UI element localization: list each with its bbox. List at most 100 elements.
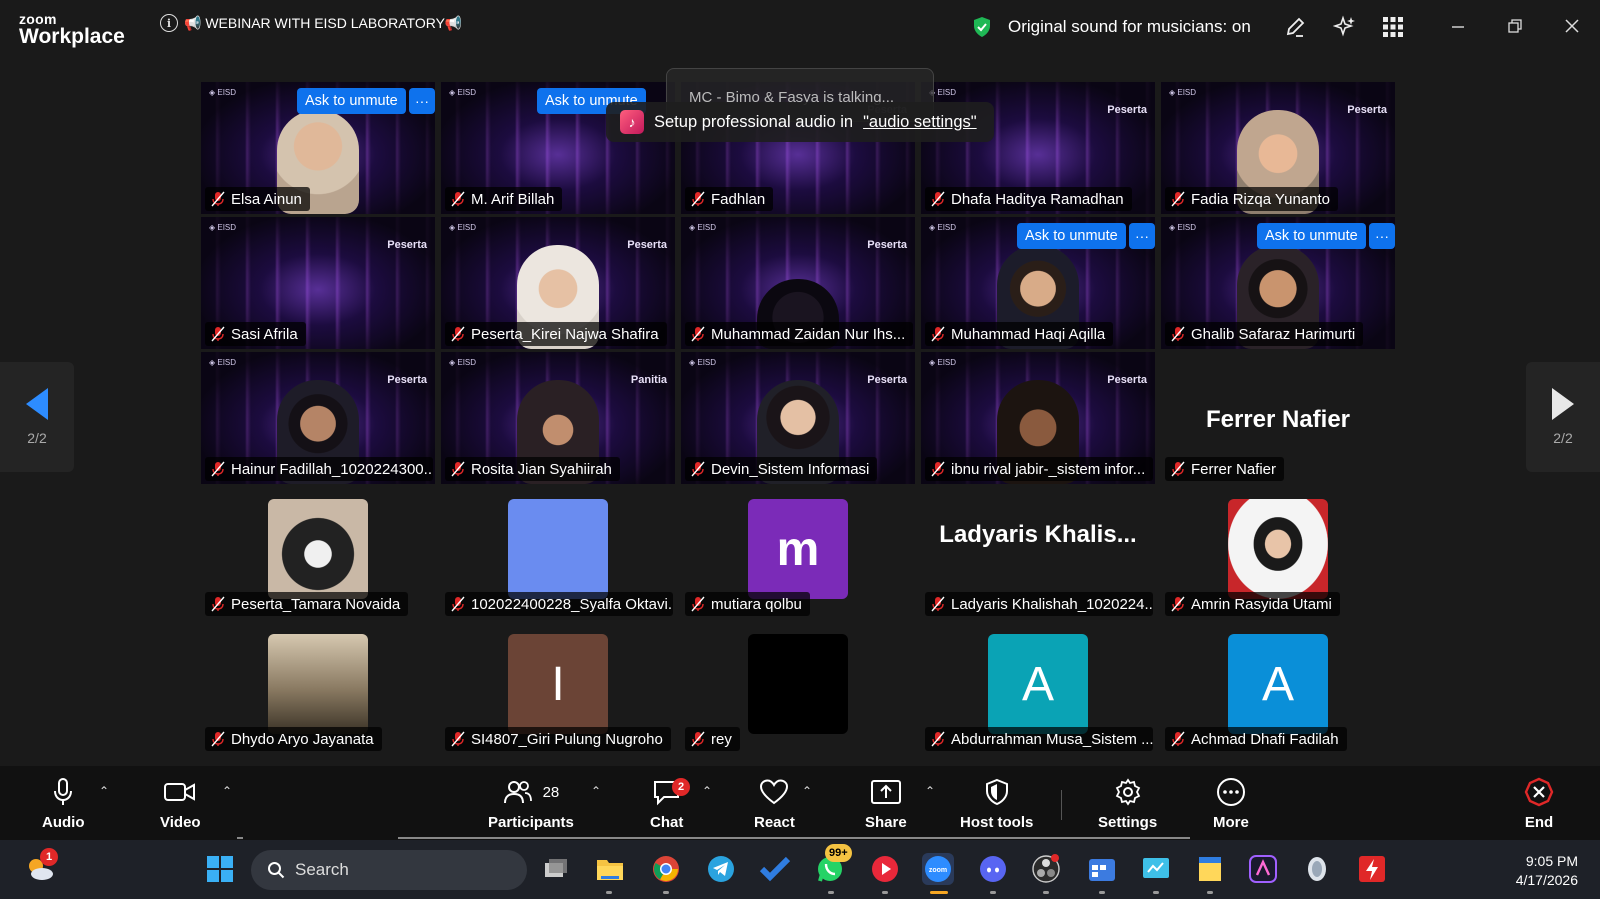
close-icon[interactable] [1560,14,1584,38]
video-tile[interactable]: ◈ EISD Peserta Devin_Sistem Informasi [681,352,915,484]
participant-name: Elsa Ainun [231,190,302,208]
video-tile[interactable]: ◈ EISD Peserta ibnu rival jabir-_sistem … [921,352,1155,484]
more-button[interactable]: More [1213,776,1249,831]
role-label: Peserta [1107,104,1147,116]
notes-app-icon[interactable] [1194,853,1226,885]
mic-muted-icon [211,731,225,747]
video-tile[interactable]: ◈ EISD Peserta Sasi Afrila [201,217,435,349]
heart-icon [759,776,789,808]
mic-muted-icon [691,326,705,342]
file-explorer-icon[interactable] [594,853,626,885]
task-view-icon[interactable] [540,853,572,885]
participant-name: Ferrer Nafier [1191,460,1277,478]
eisd-logo: ◈ EISD [929,223,957,232]
avatar-tile[interactable]: 102022400228_Syalfa Oktavi... [441,487,675,619]
avatar-tile[interactable]: Ladyaris Khalis... Ladyaris Khalishah_10… [921,487,1155,619]
design-app-icon[interactable] [1247,853,1279,885]
avatar [268,634,368,734]
pencil-icon[interactable] [1282,14,1308,40]
settings-button[interactable]: Settings [1098,776,1157,831]
mic-muted-icon [931,596,945,612]
audio-setup-toast[interactable]: ♪ Setup professional audio in "audio set… [606,102,994,142]
more-options-button[interactable]: ··· [1129,223,1155,249]
previous-page-button[interactable]: 2/2 [0,362,74,472]
original-sound-status[interactable]: Original sound for musicians: on [972,16,1251,38]
video-tile[interactable]: ◈ EISD Ask to unmute ··· Muhammad Haqi A… [921,217,1155,349]
more-options-button[interactable]: ··· [409,88,435,114]
audio-label: Audio [42,814,85,831]
flash-app-icon[interactable] [1356,853,1388,885]
avatar-tile[interactable]: A Abdurrahman Musa_Sistem ... [921,622,1155,754]
logo-bottom: Workplace [19,25,125,48]
taskbar-search-box[interactable]: Search [251,850,527,890]
utility-app-icon[interactable] [1301,853,1333,885]
obs-icon[interactable] [1030,853,1062,885]
avatar-tile[interactable]: m mutiara qolbu [681,487,915,619]
avatar-tile[interactable]: Peserta_Tamara Novaida [201,487,435,619]
media-player-icon[interactable] [869,853,901,885]
avatar-tile[interactable]: I SI4807_Giri Pulung Nugroho [441,622,675,754]
participant-nameplate: Rosita Jian Syahiirah [445,457,620,481]
windows-start-icon[interactable] [204,853,236,885]
arrow-right-icon [1552,388,1574,420]
participants-button[interactable]: 28 Participants [488,776,574,831]
video-tile[interactable]: ◈ EISD Panitia Rosita Jian Syahiirah [441,352,675,484]
participant-name: SI4807_Giri Pulung Nugroho [471,730,663,748]
avatar-tile[interactable]: Dhydo Aryo Jayanata [201,622,435,754]
minimize-icon[interactable] [1446,14,1470,38]
audio-settings-link[interactable]: "audio settings" [863,113,977,132]
meeting-info[interactable]: i 📢 WEBINAR WITH EISD LABORATORY📢 [160,14,462,32]
audio-button[interactable]: Audio [42,776,85,831]
ask-to-unmute-button[interactable]: Ask to unmute [1257,223,1366,249]
video-options-chevron-icon[interactable]: ⌃ [222,784,232,798]
presentation-app-icon[interactable] [1140,853,1172,885]
chat-options-chevron-icon[interactable]: ⌃ [702,784,712,798]
avatar-tile[interactable]: rey [681,622,915,754]
share-options-chevron-icon[interactable]: ⌃ [925,784,935,798]
page-indicator-left: 2/2 [27,430,47,446]
share-button[interactable]: Share [865,776,907,831]
calendar-app-icon[interactable] [1086,853,1118,885]
participant-nameplate: Fadhlan [685,187,774,211]
video-tile[interactable]: Ferrer Nafier Ferrer Nafier [1161,352,1395,484]
zoom-app-icon[interactable]: zoom [922,853,954,885]
zoom-logo: zoom Workplace [19,12,125,47]
todo-check-icon[interactable] [759,853,791,885]
video-tile[interactable]: ◈ EISD Peserta Peserta_Kirei Najwa Shafi… [441,217,675,349]
participant-name: M. Arif Billah [471,190,555,208]
chrome-icon[interactable] [650,853,682,885]
eisd-logo: ◈ EISD [689,223,717,232]
video-button[interactable]: Video [160,776,201,831]
end-meeting-button[interactable]: End [1524,776,1554,831]
react-button[interactable]: React [754,776,795,831]
mic-muted-icon [691,596,705,612]
video-tile[interactable]: ◈ EISD Ask to unmute ··· Ghalib Safaraz … [1161,217,1395,349]
video-tile[interactable]: ◈ EISD Peserta Muhammad Zaidan Nur Ihs..… [681,217,915,349]
ask-to-unmute-button[interactable]: Ask to unmute [297,88,406,114]
avatar-tile[interactable]: Amrin Rasyida Utami [1161,487,1395,619]
avatar-tile[interactable]: A Achmad Dhafi Fadilah [1161,622,1395,754]
ask-to-unmute-button[interactable]: Ask to unmute [1017,223,1126,249]
participants-label: Participants [488,814,574,831]
info-icon[interactable]: i [160,14,178,32]
discord-icon[interactable] [977,853,1009,885]
whatsapp-badge: 99+ [825,844,852,862]
restore-icon[interactable] [1503,14,1527,38]
apps-grid-icon[interactable] [1380,14,1406,40]
taskbar-clock[interactable]: 9:05 PM 4/17/2026 [1516,852,1578,890]
more-options-button[interactable]: ··· [1369,223,1395,249]
telegram-icon[interactable] [705,853,737,885]
sound-status-text: Original sound for musicians: on [1008,17,1251,36]
video-tile[interactable]: ◈ EISD Peserta Fadia Rizqa Yunanto [1161,82,1395,214]
react-options-chevron-icon[interactable]: ⌃ [802,784,812,798]
video-tile[interactable]: ◈ EISD Ask to unmute ··· Elsa Ainun [201,82,435,214]
svg-text:zoom: zoom [929,867,947,874]
audio-options-chevron-icon[interactable]: ⌃ [99,784,109,798]
participant-name: Ghalib Safaraz Harimurti [1191,325,1356,343]
ai-sparkle-icon[interactable] [1332,14,1358,40]
participant-nameplate: Hainur Fadillah_1020224300... [205,457,433,481]
video-tile[interactable]: ◈ EISD Peserta Hainur Fadillah_102022430… [201,352,435,484]
participants-options-chevron-icon[interactable]: ⌃ [591,784,601,798]
next-page-button[interactable]: 2/2 [1526,362,1600,472]
host-tools-button[interactable]: Host tools [960,776,1033,831]
